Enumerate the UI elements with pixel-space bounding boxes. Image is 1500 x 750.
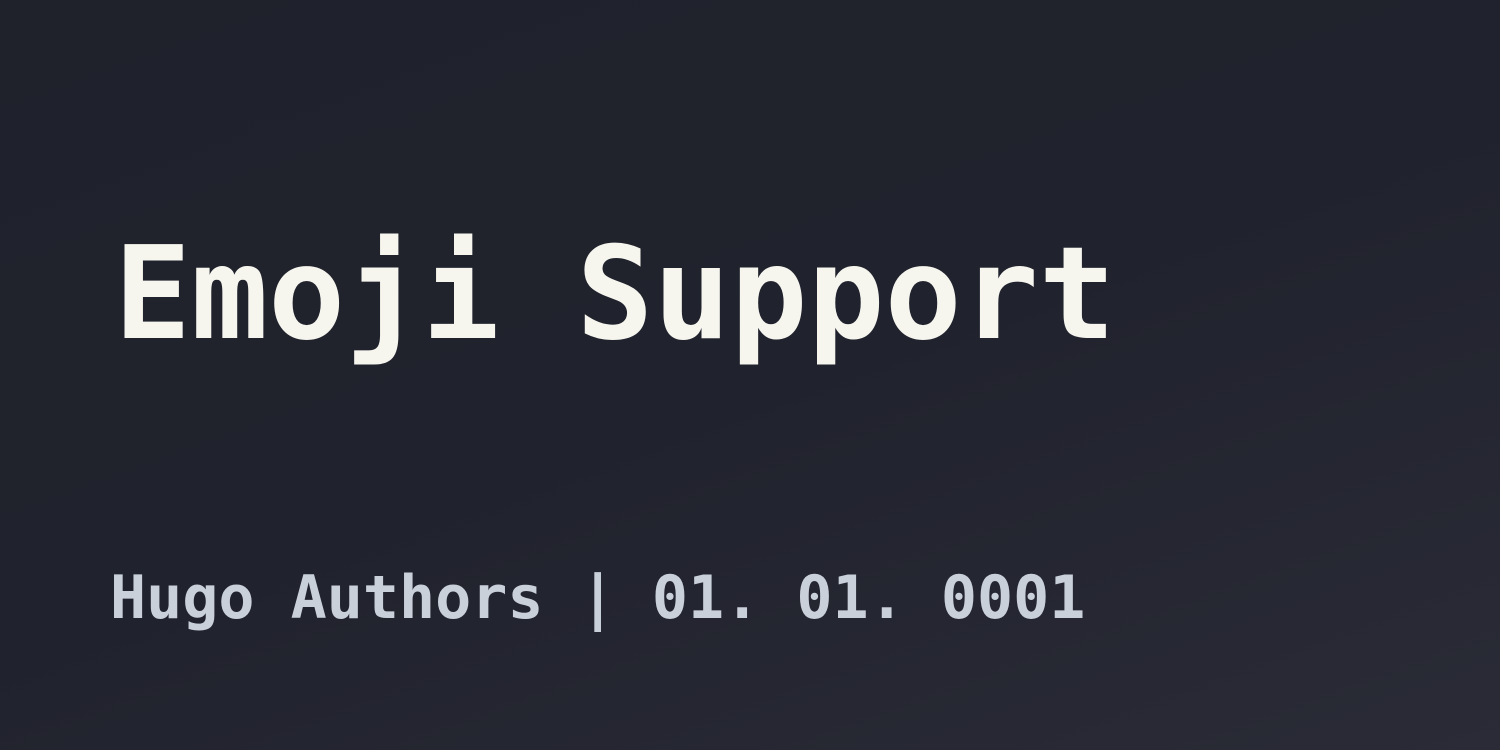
author-name: Hugo Authors: [110, 563, 544, 633]
publish-date: 01. 01. 0001: [651, 563, 1086, 633]
page-title: Emoji Support: [114, 219, 1116, 369]
byline: Hugo Authors | 01. 01. 0001: [110, 562, 1085, 634]
byline-separator: |: [579, 563, 616, 633]
